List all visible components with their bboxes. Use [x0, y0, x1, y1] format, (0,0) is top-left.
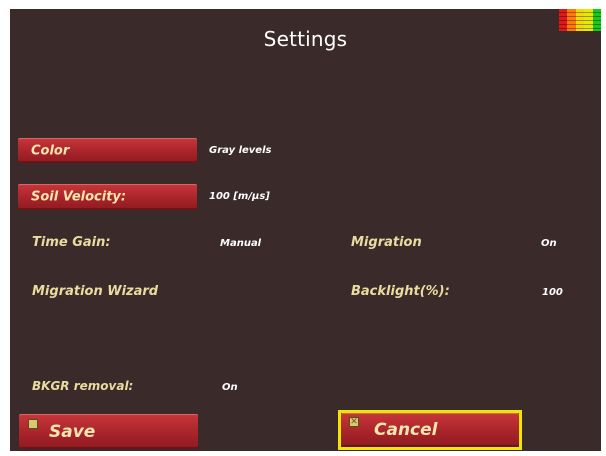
level-meter-segment	[567, 9, 576, 31]
soil-velocity-value: 100 [m/µs]	[209, 191, 270, 202]
level-meter-segment	[584, 9, 593, 31]
migration-wizard-label[interactable]: Migration Wizard	[32, 284, 158, 299]
cancel-focus-highlight	[338, 410, 522, 450]
bkgr-removal-label[interactable]: BKGR removal:	[32, 379, 133, 393]
level-meter-segment	[592, 9, 601, 31]
time-gain-label[interactable]: Time Gain:	[32, 235, 111, 250]
color-button[interactable]: Color	[18, 138, 197, 163]
signal-level-meter	[559, 9, 601, 31]
color-button-label: Color	[31, 143, 70, 158]
bkgr-removal-value: On	[222, 382, 238, 393]
level-meter-segment	[559, 9, 568, 31]
migration-label[interactable]: Migration	[351, 235, 422, 250]
level-meter-segment	[575, 9, 585, 31]
backlight-value: 100	[542, 287, 563, 298]
time-gain-value: Manual	[220, 238, 262, 249]
backlight-label[interactable]: Backlight(%):	[351, 284, 450, 299]
migration-value: On	[541, 238, 557, 249]
soil-velocity-button-label: Soil Velocity:	[31, 189, 127, 205]
soil-velocity-button[interactable]: Soil Velocity:	[18, 184, 197, 210]
save-button[interactable]: Save	[19, 414, 198, 449]
settings-screen: Settings Color Gray levels Soil Velocity…	[10, 9, 601, 451]
color-value: Gray levels	[209, 145, 272, 156]
page-title: Settings	[263, 27, 348, 51]
checkbox-icon	[28, 419, 38, 429]
save-button-label: Save	[49, 421, 96, 442]
